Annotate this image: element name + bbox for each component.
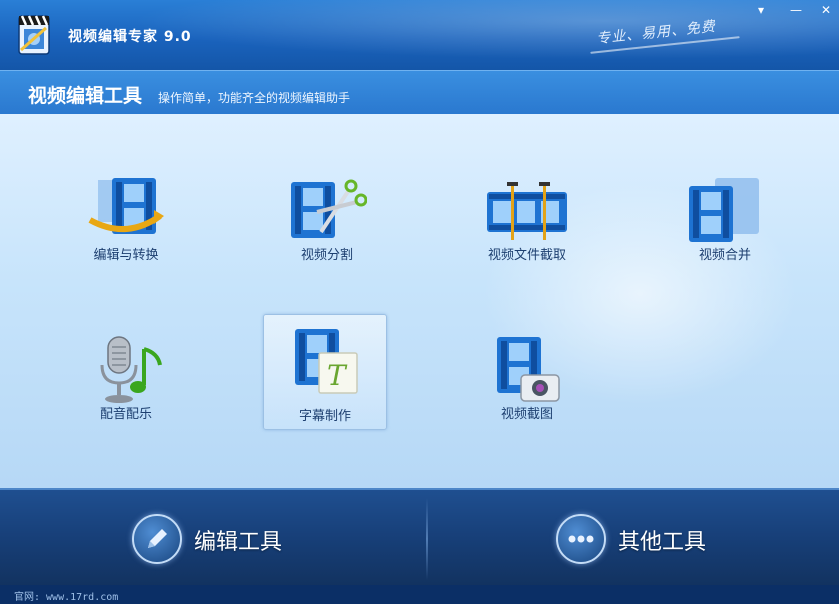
bottom-divider bbox=[426, 498, 428, 580]
other-tools-label: 其他工具 bbox=[618, 530, 707, 555]
film-camera-icon bbox=[497, 337, 560, 402]
pencil-icon bbox=[132, 514, 182, 564]
close-button[interactable]: ✕ bbox=[815, 2, 837, 18]
minimize-button[interactable]: — bbox=[785, 2, 807, 18]
menu-button[interactable]: ▾ bbox=[750, 2, 772, 18]
subtitle-icon: T bbox=[295, 329, 358, 394]
film-merge-icon bbox=[689, 178, 759, 242]
tool-label: 视频文件截取 bbox=[487, 248, 566, 263]
tool-label: 配音配乐 bbox=[99, 407, 152, 422]
tool-label: 字幕制作 bbox=[298, 409, 351, 424]
bottom-nav: 编辑工具 其他工具 bbox=[0, 488, 839, 587]
tool-label: 视频截图 bbox=[500, 407, 553, 422]
microphone-music-icon bbox=[100, 336, 162, 403]
tool-label: 编辑与转换 bbox=[93, 248, 159, 263]
edit-tools-label: 编辑工具 bbox=[194, 530, 283, 555]
app-window: 视频编辑专家 9.0 专业、易用、免费 ▾ — ✕ 视频编辑工具 操作简单，功能… bbox=[0, 0, 839, 604]
window-title: 视频编辑专家 9.0 bbox=[68, 29, 192, 45]
tool-video-merge[interactable]: 视频合并 bbox=[664, 168, 786, 282]
tool-label: 视频合并 bbox=[698, 248, 751, 263]
tool-label: 视频分割 bbox=[300, 248, 353, 263]
film-convert-icon bbox=[88, 178, 164, 234]
tool-video-split[interactable]: 视频分割 bbox=[266, 168, 388, 282]
title-bar[interactable]: 视频编辑专家 9.0 专业、易用、免费 ▾ — ✕ bbox=[0, 0, 839, 70]
app-logo-icon bbox=[18, 15, 50, 55]
section-subtitle: 操作简单，功能齐全的视频编辑助手 bbox=[158, 91, 351, 105]
other-tools-button[interactable]: 其他工具 bbox=[556, 504, 756, 572]
slogan: 专业、易用、免费 bbox=[595, 18, 717, 48]
tool-video-clip[interactable]: 视频文件截取 bbox=[466, 168, 588, 282]
film-clip-icon bbox=[487, 182, 567, 240]
status-bar: 官网: www.17rd.com bbox=[0, 585, 839, 604]
tool-dub-music[interactable]: 配音配乐 bbox=[65, 327, 187, 441]
more-dots-icon bbox=[556, 514, 606, 564]
tool-subtitle[interactable]: T 字幕制作 bbox=[263, 314, 387, 430]
film-scissors-icon bbox=[291, 179, 367, 238]
section-header: 视频编辑工具 操作简单，功能齐全的视频编辑助手 bbox=[0, 70, 839, 116]
edit-tools-button[interactable]: 编辑工具 bbox=[132, 504, 332, 572]
website-link[interactable]: 官网: www.17rd.com bbox=[14, 588, 118, 603]
tool-edit-convert[interactable]: 编辑与转换 bbox=[65, 168, 187, 282]
tool-video-screenshot[interactable]: 视频截图 bbox=[466, 327, 588, 441]
tools-panel: 编辑与转换 视频分割 视频文件截取 视频合并 配音配乐 T 字幕制作 视频截图 bbox=[0, 114, 839, 488]
section-title: 视频编辑工具 bbox=[28, 85, 143, 107]
svg-text:T: T bbox=[327, 359, 348, 392]
